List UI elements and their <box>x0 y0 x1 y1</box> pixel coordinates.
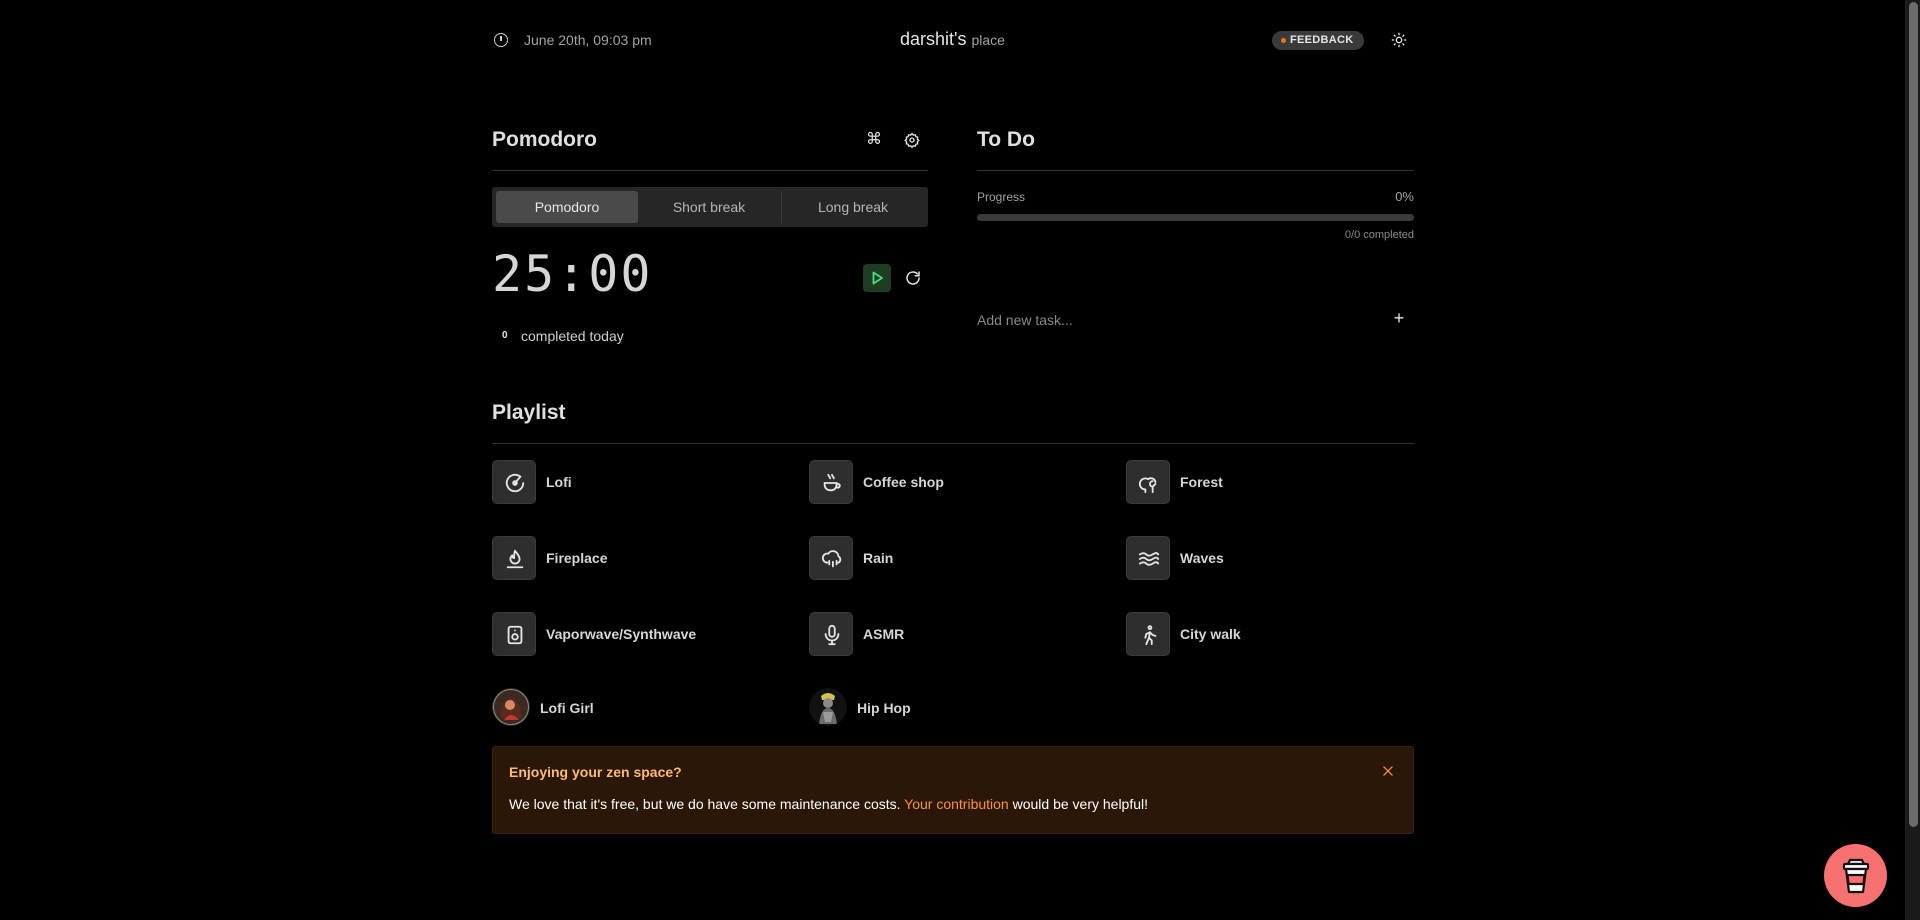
tab-long-break[interactable]: Long break <box>782 191 924 223</box>
playlist-item-forest[interactable]: Forest <box>1126 460 1414 504</box>
completed-count: 0 <box>502 330 508 341</box>
completed-tasks: 0/0 completed <box>1344 229 1414 241</box>
banner-text: We love that it's free, but we do have s… <box>509 796 1148 812</box>
flame-icon <box>492 536 536 580</box>
coffee-icon <box>809 460 853 504</box>
playlist-item-label: City walk <box>1180 626 1241 642</box>
progress-label: Progress <box>977 190 1026 204</box>
brand-suffix: place <box>971 32 1005 48</box>
speaker-icon <box>492 612 536 656</box>
walking-icon <box>1126 612 1170 656</box>
feedback-label: FEEDBACK <box>1290 34 1354 46</box>
sun-icon[interactable] <box>1391 32 1407 48</box>
banner-title: Enjoying your zen space? <box>509 764 682 780</box>
reset-icon[interactable] <box>904 269 922 287</box>
playlist-item-label: Rain <box>863 550 894 566</box>
playlist-channel-hip-hop[interactable]: Hip Hop <box>809 688 1109 732</box>
header: June 20th, 09:03 pm darshit's place FEED… <box>492 28 1414 52</box>
playlist-channel-lofi-girl[interactable]: Lofi Girl <box>492 688 792 732</box>
playlist-item-vaporwave[interactable]: Vaporwave/Synthwave <box>492 612 792 656</box>
datetime: June 20th, 09:03 pm <box>524 32 652 48</box>
trees-icon <box>1126 460 1170 504</box>
playlist-item-city-walk[interactable]: City walk <box>1126 612 1414 656</box>
playlist-title: Playlist <box>492 401 566 424</box>
banner-text-before: We love that it's free, but we do have s… <box>509 796 905 812</box>
progress-percent: 0% <box>1395 189 1414 204</box>
timer-display: 25:00 <box>492 245 653 303</box>
clock-icon <box>494 33 508 47</box>
todo-divider <box>977 170 1414 171</box>
playlist-item-label: Lofi <box>546 474 572 490</box>
feedback-button[interactable]: FEEDBACK <box>1272 31 1364 50</box>
cloud-rain-icon <box>809 536 853 580</box>
tab-pomodoro[interactable]: Pomodoro <box>496 191 638 223</box>
gear-icon[interactable] <box>904 132 920 148</box>
contribution-link[interactable]: Your contribution <box>904 796 1009 812</box>
command-icon[interactable]: ⌘ <box>866 132 882 148</box>
pomodoro-tabs: Pomodoro Short break Long break <box>492 187 928 227</box>
pomodoro-divider <box>492 170 928 171</box>
close-icon[interactable] <box>1381 764 1395 778</box>
progress-bar <box>977 214 1414 221</box>
playlist-item-asmr[interactable]: ASMR <box>809 612 1109 656</box>
brand-title: darshit's place <box>900 29 1005 50</box>
playlist-item-label: Lofi Girl <box>540 700 594 716</box>
buy-me-a-coffee-button[interactable] <box>1824 844 1887 907</box>
vinyl-icon <box>492 460 536 504</box>
playlist-item-label: Fireplace <box>546 550 608 566</box>
playlist-item-label: Coffee shop <box>863 474 944 490</box>
microphone-icon <box>809 612 853 656</box>
tab-short-break[interactable]: Short break <box>638 191 780 223</box>
add-task-button[interactable]: + <box>1391 308 1407 328</box>
playlist-item-label: Forest <box>1180 474 1223 490</box>
play-button[interactable] <box>863 264 891 292</box>
pomodoro-title: Pomodoro <box>492 128 597 151</box>
donation-banner: Enjoying your zen space? We love that it… <box>492 746 1414 834</box>
waves-icon <box>1126 536 1170 580</box>
completed-label: completed today <box>521 328 624 344</box>
play-icon <box>872 271 883 285</box>
playlist-item-lofi[interactable]: Lofi <box>492 460 792 504</box>
playlist-item-label: Vaporwave/Synthwave <box>546 626 697 642</box>
playlist-item-waves[interactable]: Waves <box>1126 536 1414 580</box>
page: June 20th, 09:03 pm darshit's place FEED… <box>0 0 1920 920</box>
scrollbar-thumb[interactable] <box>1909 2 1918 827</box>
playlist-item-fireplace[interactable]: Fireplace <box>492 536 792 580</box>
playlist-item-label: Waves <box>1180 550 1224 566</box>
playlist-item-label: Hip Hop <box>857 700 911 716</box>
scrollbar[interactable] <box>1905 0 1920 920</box>
feedback-dot-icon <box>1281 38 1286 43</box>
banner-text-after: would be very helpful! <box>1008 796 1149 812</box>
playlist-item-coffee-shop[interactable]: Coffee shop <box>809 460 1109 504</box>
brand-name: darshit's <box>900 29 967 49</box>
new-task-input[interactable] <box>977 310 1377 330</box>
hip-hop-avatar <box>809 688 847 726</box>
playlist-item-label: ASMR <box>863 626 905 642</box>
todo-title: To Do <box>977 128 1035 151</box>
playlist-divider <box>492 443 1414 444</box>
playlist-item-rain[interactable]: Rain <box>809 536 1109 580</box>
lofi-girl-avatar <box>492 688 530 726</box>
coffee-cup-icon <box>1842 858 1870 894</box>
